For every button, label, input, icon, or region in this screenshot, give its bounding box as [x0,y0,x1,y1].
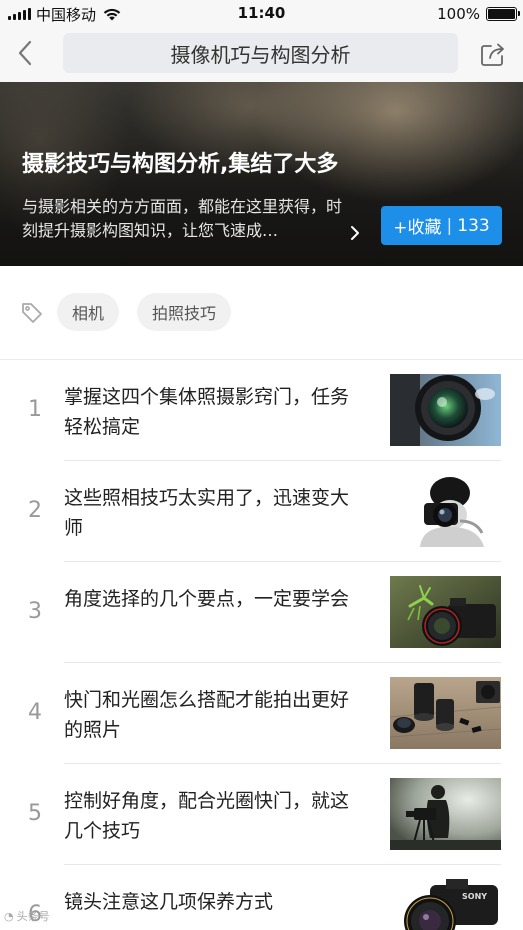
signal-icon [8,8,31,20]
weibo-logo-icon: ◔ [4,909,14,923]
item-title: 掌握这四个集体照摄影窍门，任务轻松搞定 [64,386,350,438]
thumbnail-lenses-on-table [390,677,501,749]
thumbnail-camera-lens [390,374,501,446]
item-title: 角度选择的几个要点，一定要学会 [64,588,350,610]
nav-bar: 摄像机巧与构图分析 [0,28,523,82]
share-icon[interactable] [479,40,507,68]
thumbnail-silhouette-cameraman [390,778,501,850]
item-number: 4 [28,700,42,725]
back-button[interactable] [10,38,40,68]
collection-title: 摄影技巧与构图分析,集结了大多 [22,152,339,177]
tags-row: 相机 拍照技巧 [0,266,523,360]
watermark-text: 头条号 [16,910,50,923]
list-item[interactable]: 5 控制好角度，配合光圈快门，就这几个技巧 [0,764,523,865]
collection-hero-banner: 摄影技巧与构图分析,集结了大多 与摄影相关的方方面面，都能在这里获得，时刻提升摄… [0,82,523,266]
battery-icon [486,7,520,21]
nav-title-box: 摄像机巧与构图分析 [63,33,458,73]
thumbnail-photographer [390,475,501,547]
item-title: 控制好角度，配合光圈快门，就这几个技巧 [64,790,350,842]
article-list: 1 掌握这四个集体照摄影窍门，任务轻松搞定 2 这些照相技巧太实用了，迅速变大师 [0,360,523,930]
status-bar: 中国移动 11:40 100% [0,0,523,28]
item-number: 5 [28,801,42,826]
item-title: 这些照相技巧太实用了，迅速变大师 [64,487,350,539]
tag-icon [22,303,42,323]
collect-count: 133 [457,215,490,236]
list-item[interactable]: 2 这些照相技巧太实用了，迅速变大师 [0,461,523,562]
watermark: ◔ 头条号 [4,908,50,924]
item-number: 1 [28,397,42,422]
wifi-icon [103,8,121,20]
tag-chip[interactable]: 相机 [57,293,120,331]
item-title: 快门和光圈怎么搭配才能拍出更好的照片 [64,689,350,741]
list-item[interactable]: 4 快门和光圈怎么搭配才能拍出更好的照片 [0,663,523,764]
list-item[interactable]: 6 镜头注意这几项保养方式 SONY [0,865,523,930]
status-right: 100% [437,4,520,24]
tag-chip[interactable]: 拍照技巧 [137,293,232,331]
item-number: 2 [28,498,42,523]
item-number: 3 [28,599,42,624]
item-title: 镜头注意这几项保养方式 [64,891,274,913]
chevron-right-icon[interactable] [346,224,364,242]
battery-percent: 100% [437,5,480,23]
svg-text:SONY: SONY [462,892,487,901]
thumbnail-sony-camera: SONY [390,879,501,930]
collection-description[interactable]: 与摄影相关的方方面面，都能在这里获得，时刻提升摄影构图知识，让您飞速成… [22,195,347,243]
collect-label: +收藏 [393,218,442,238]
list-item[interactable]: 3 角度选择的几个要点，一定要学会 [0,562,523,663]
carrier-label: 中国移动 [36,5,97,24]
list-item[interactable]: 1 掌握这四个集体照摄影窍门，任务轻松搞定 [0,360,523,461]
chevron-left-icon [18,40,32,66]
collect-button[interactable]: +收藏 | 133 [381,206,502,245]
collect-separator: | [446,215,453,236]
page-title: 摄像机巧与构图分析 [170,42,351,67]
thumbnail-mantis-camera [390,576,501,648]
status-left: 中国移动 [8,4,122,24]
